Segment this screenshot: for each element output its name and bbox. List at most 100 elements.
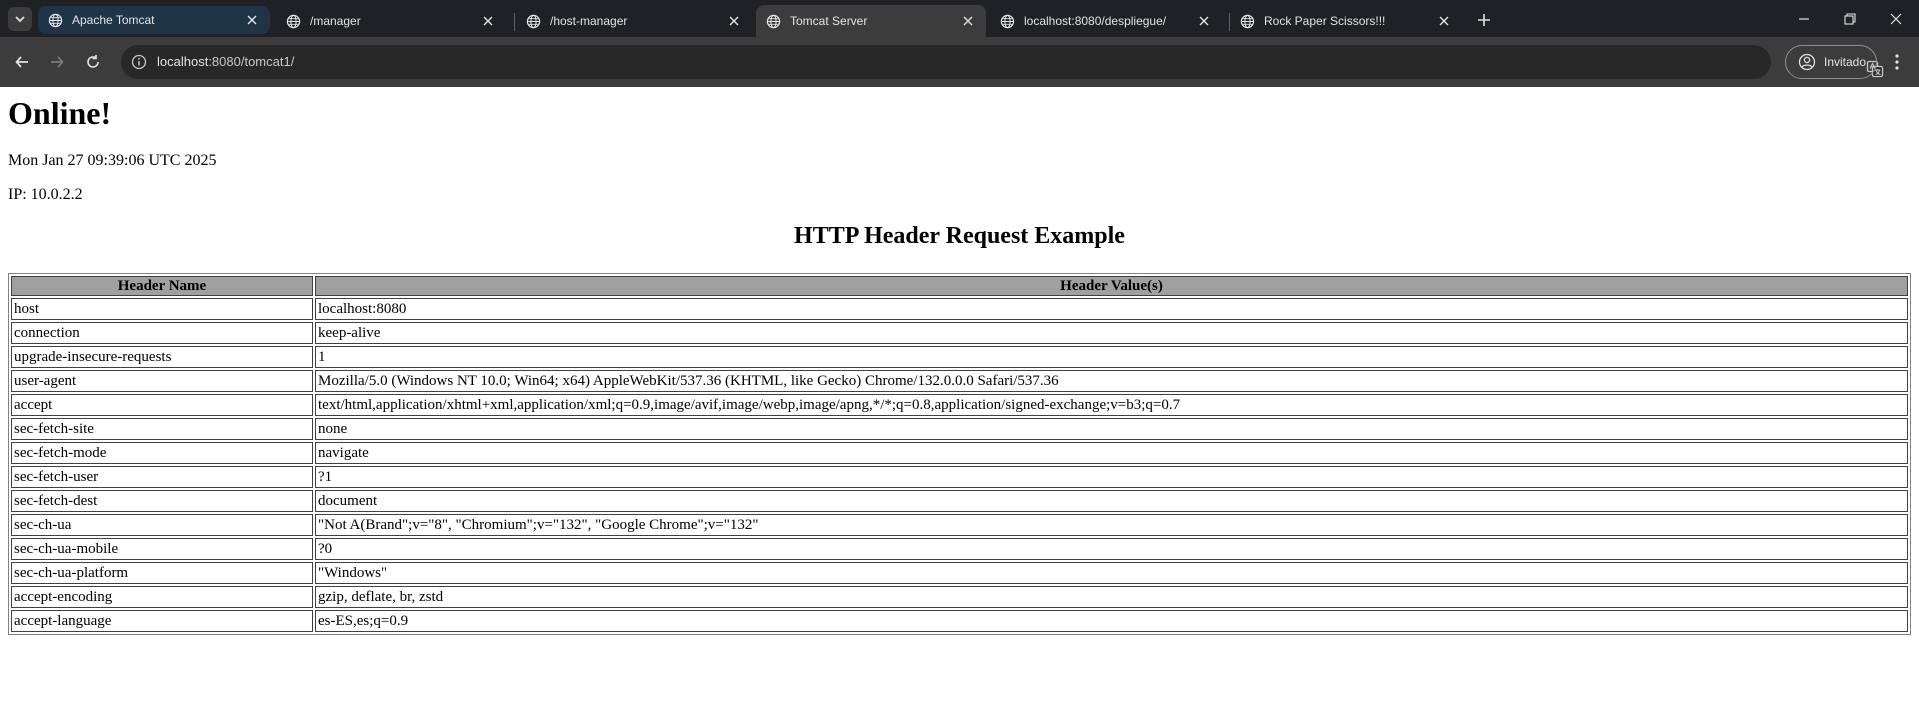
server-date: Mon Jan 27 09:39:06 UTC 2025 — [8, 152, 217, 169]
table-row: sec-fetch-mode navigate — [11, 442, 1908, 464]
header-value-cell: 1 — [315, 346, 1908, 368]
back-button[interactable] — [6, 46, 38, 78]
guest-profile-icon — [1798, 53, 1816, 71]
table-row: upgrade-insecure-requests 1 — [11, 346, 1908, 368]
header-value-cell: keep-alive — [315, 322, 1908, 344]
reload-button[interactable] — [77, 46, 109, 78]
globe-icon — [526, 14, 541, 29]
tab-title: /host-manager — [550, 14, 628, 28]
close-icon[interactable] — [724, 11, 744, 31]
header-name-cell: host — [11, 298, 313, 320]
header-name-cell: sec-fetch-mode — [11, 442, 313, 464]
globe-icon — [766, 14, 781, 29]
tab-despliegue[interactable]: localhost:8080/despliegue/ — [990, 5, 1222, 37]
table-row: user-agent Mozilla/5.0 (Windows NT 10.0; … — [11, 370, 1908, 392]
minimize-icon — [1799, 17, 1809, 20]
header-value-cell: gzip, deflate, br, zstd — [315, 586, 1908, 608]
browser-toolbar: localhost:8080/tomcat1/ Invitado — [0, 37, 1919, 87]
header-name-cell: upgrade-insecure-requests — [11, 346, 313, 368]
headers-table: Header Name Header Value(s) host localhos… — [8, 273, 1911, 635]
close-icon[interactable] — [478, 11, 498, 31]
table-row: sec-fetch-user ?1 — [11, 466, 1908, 488]
globe-icon — [1000, 14, 1015, 29]
section-title: HTTP Header Request Example — [794, 223, 1125, 249]
tab-rock-paper-scissors[interactable]: Rock Paper Scissors!!! — [1230, 5, 1462, 37]
tab-search-button[interactable] — [8, 7, 32, 31]
close-icon — [1890, 13, 1902, 24]
header-value-cell: "Windows" — [315, 562, 1908, 584]
close-window-button[interactable] — [1873, 0, 1919, 37]
url-path: :8080/tomcat1/ — [208, 54, 295, 69]
tab-manager[interactable]: /manager — [276, 5, 506, 37]
tab-strip: Apache Tomcat /manager /host-manager Tom… — [0, 0, 1919, 37]
browser-menu-button[interactable] — [1885, 50, 1909, 74]
header-value-cell: ?0 — [315, 538, 1908, 560]
close-icon[interactable] — [242, 10, 262, 30]
globe-icon — [286, 14, 301, 29]
header-value-cell: localhost:8080 — [315, 298, 1908, 320]
header-name-cell: accept — [11, 394, 313, 416]
minimize-button[interactable] — [1781, 0, 1827, 37]
globe-icon — [48, 13, 63, 28]
header-value-cell: text/html,application/xhtml+xml,applicat… — [315, 394, 1908, 416]
header-name-cell: sec-fetch-dest — [11, 490, 313, 512]
header-value-cell: es-ES,es;q=0.9 — [315, 610, 1908, 632]
tab-host-manager[interactable]: /host-manager — [516, 5, 752, 37]
tab-title: Rock Paper Scissors!!! — [1264, 14, 1386, 28]
page-heading: Online! — [8, 95, 112, 131]
close-icon[interactable] — [1434, 11, 1454, 31]
reload-icon — [87, 55, 99, 68]
column-header-name: Header Name — [11, 276, 313, 296]
header-name-cell: accept-language — [11, 610, 313, 632]
page-content: Online! Mon Jan 27 09:39:06 UTC 2025 IP:… — [0, 87, 1919, 726]
tab-tomcat-server[interactable]: Tomcat Server — [756, 5, 986, 37]
forward-button[interactable] — [41, 46, 73, 78]
more-vertical-icon — [1895, 54, 1899, 70]
tab-title: /manager — [310, 14, 361, 28]
header-name-cell: connection — [11, 322, 313, 344]
header-name-cell: sec-ch-ua-mobile — [11, 538, 313, 560]
profile-button[interactable]: Invitado — [1785, 45, 1877, 79]
header-name-cell: sec-ch-ua — [11, 514, 313, 536]
tab-title: localhost:8080/despliegue/ — [1024, 14, 1167, 28]
tab-apache-tomcat[interactable]: Apache Tomcat — [38, 6, 270, 34]
header-value-cell: navigate — [315, 442, 1908, 464]
table-row: accept-language es-ES,es;q=0.9 — [11, 610, 1908, 632]
chevron-down-icon — [15, 16, 25, 23]
new-tab-button[interactable] — [1472, 8, 1496, 32]
table-row: host localhost:8080 — [11, 298, 1908, 320]
header-value-cell: document — [315, 490, 1908, 512]
table-row: sec-ch-ua-mobile ?0 — [11, 538, 1908, 560]
table-row: sec-ch-ua "Not A(Brand";v="8", "Chromium"… — [11, 514, 1908, 536]
tab-title: Apache Tomcat — [72, 13, 155, 27]
restore-button[interactable] — [1827, 0, 1873, 37]
header-value-cell: ?1 — [315, 466, 1908, 488]
table-row: sec-fetch-dest document — [11, 490, 1908, 512]
tab-title: Tomcat Server — [790, 14, 868, 28]
header-name-cell: sec-fetch-site — [11, 418, 313, 440]
url-text: localhost:8080/tomcat1/ — [157, 45, 294, 79]
close-icon[interactable] — [1194, 11, 1214, 31]
header-name-cell: sec-fetch-user — [11, 466, 313, 488]
header-name-cell: sec-ch-ua-platform — [11, 562, 313, 584]
arrow-right-icon — [51, 56, 64, 68]
info-icon[interactable] — [131, 54, 147, 70]
address-bar[interactable]: localhost:8080/tomcat1/ — [121, 45, 1884, 79]
column-header-values: Header Value(s) — [315, 276, 1908, 296]
client-ip: IP: 10.0.2.2 — [8, 186, 83, 203]
arrow-left-icon — [15, 56, 28, 68]
table-row: accept-encoding gzip, deflate, br, zstd — [11, 586, 1908, 608]
header-value-cell: none — [315, 418, 1908, 440]
globe-icon — [1240, 14, 1255, 29]
header-name-cell: accept-encoding — [11, 586, 313, 608]
close-icon[interactable] — [958, 11, 978, 31]
tab-separator — [514, 13, 515, 31]
table-row: sec-fetch-site none — [11, 418, 1908, 440]
header-value-cell: "Not A(Brand";v="8", "Chromium";v="132",… — [315, 514, 1908, 536]
header-value-cell: Mozilla/5.0 (Windows NT 10.0; Win64; x64… — [315, 370, 1908, 392]
plus-icon — [1478, 14, 1490, 26]
table-header-row: Header Name Header Value(s) — [11, 276, 1908, 296]
profile-label: Invitado — [1824, 55, 1867, 69]
table-row: sec-ch-ua-platform "Windows" — [11, 562, 1908, 584]
table-row: accept text/html,application/xhtml+xml,ap… — [11, 394, 1908, 416]
